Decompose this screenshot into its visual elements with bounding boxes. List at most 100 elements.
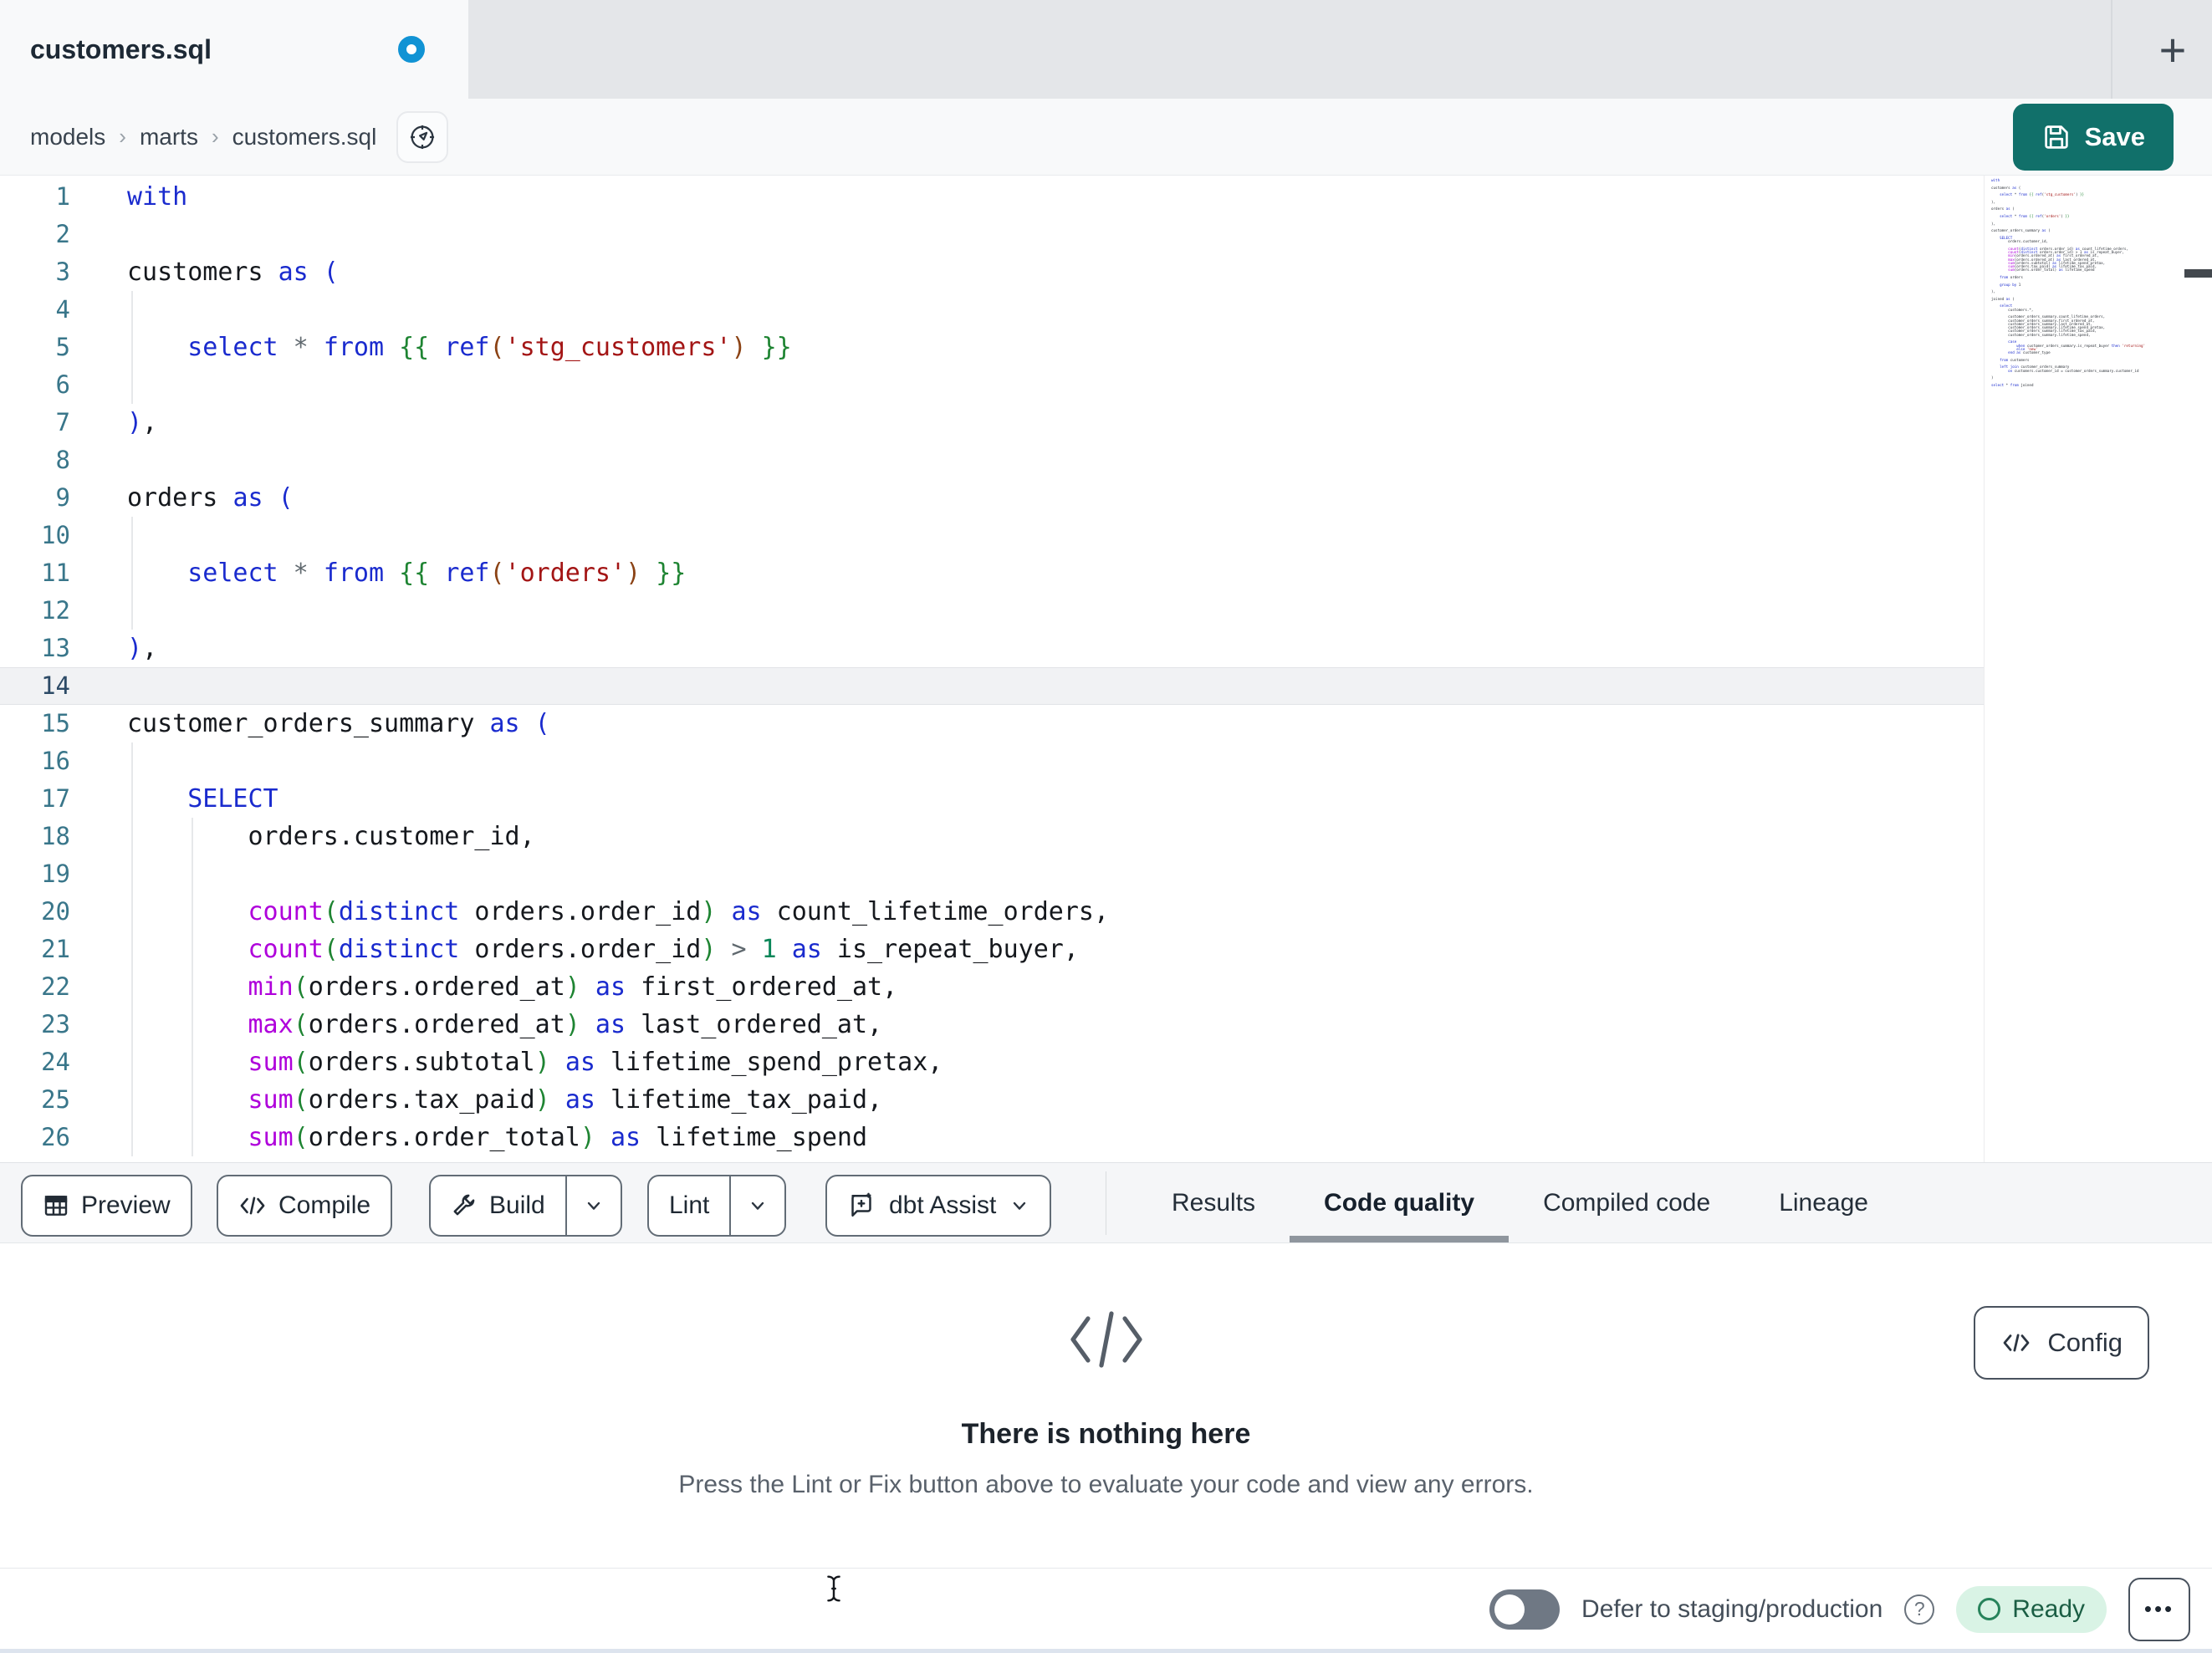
code-line-row[interactable]: 6 bbox=[0, 366, 1984, 404]
line-number: 26 bbox=[41, 1123, 70, 1151]
wrench-icon bbox=[451, 1192, 478, 1219]
build-dropdown-toggle[interactable] bbox=[564, 1176, 621, 1235]
code-quality-panel: Config There is nothing here Press the L… bbox=[0, 1243, 2212, 1568]
code-line-row[interactable]: 22 min(orders.ordered_at) as first_order… bbox=[0, 968, 1984, 1006]
code-line-text: count(distinct orders.order_id) > 1 as i… bbox=[248, 935, 1079, 964]
code-line-row[interactable]: 12 bbox=[0, 592, 1984, 630]
indent-guide bbox=[131, 855, 133, 893]
code-line-row[interactable]: 5 select * from {{ ref('stg_customers') … bbox=[0, 329, 1984, 366]
defer-toggle[interactable] bbox=[1489, 1589, 1561, 1630]
code-line-row[interactable]: 1 with bbox=[0, 178, 1984, 216]
save-floppy-icon bbox=[2041, 122, 2072, 152]
tab-strip-divider bbox=[2111, 0, 2112, 99]
code-line-row[interactable]: 20 count(distinct orders.order_id) as co… bbox=[0, 893, 1984, 931]
indent-guide bbox=[131, 366, 133, 404]
action-bar: Preview Compile Build Lint dbt Assist Re… bbox=[0, 1162, 2212, 1243]
code-line-text: ), bbox=[127, 634, 158, 663]
code-line-row[interactable]: 2 bbox=[0, 216, 1984, 253]
dbt-assist-label: dbt Assist bbox=[889, 1191, 997, 1219]
code-line-row[interactable]: 23 max(orders.ordered_at) as last_ordere… bbox=[0, 1006, 1984, 1043]
build-label: Build bbox=[489, 1191, 545, 1219]
ready-label: Ready bbox=[2012, 1594, 2085, 1623]
empty-state: There is nothing here Press the Lint or … bbox=[0, 1305, 2212, 1499]
tab-customers-sql[interactable]: customers.sql bbox=[0, 0, 468, 99]
indent-guide bbox=[131, 291, 133, 329]
code-line-row[interactable]: 18 orders.customer_id, bbox=[0, 818, 1984, 855]
line-number: 12 bbox=[41, 596, 70, 625]
line-number: 20 bbox=[41, 897, 70, 926]
line-number: 10 bbox=[41, 521, 70, 549]
code-line-text: orders as ( bbox=[127, 483, 294, 513]
panel-tab-code-quality[interactable]: Code quality bbox=[1290, 1163, 1510, 1242]
indent-guide bbox=[131, 517, 133, 554]
code-line-row[interactable]: 15 customer_orders_summary as ( bbox=[0, 705, 1984, 742]
i-beam-cursor bbox=[825, 1574, 843, 1603]
code-lines: 1 with 2 3 customers as (4 5 select * from {{… bbox=[0, 178, 1984, 1156]
tab-title: customers.sql bbox=[30, 33, 212, 64]
more-options-button[interactable]: ••• bbox=[2128, 1577, 2190, 1641]
code-line-row[interactable]: 21 count(distinct orders.order_id) > 1 a… bbox=[0, 931, 1984, 968]
code-line-text: orders.customer_id, bbox=[127, 822, 535, 851]
code-line-text: count(distinct orders.order_id) as count… bbox=[248, 897, 1110, 926]
line-number: 16 bbox=[41, 747, 70, 775]
code-line-text: sum(orders.order_total) as lifetime_spen… bbox=[248, 1123, 868, 1152]
panel-tab-lineage[interactable]: Lineage bbox=[1745, 1163, 1903, 1242]
code-line-row[interactable]: 17 SELECT bbox=[0, 780, 1984, 818]
code-line-text: min(orders.ordered_at) as first_ordered_… bbox=[248, 972, 898, 1002]
preview-label: Preview bbox=[81, 1191, 171, 1219]
dbt-assist-button[interactable]: dbt Assist bbox=[825, 1175, 1052, 1237]
indent-guide bbox=[131, 742, 133, 780]
code-line-row[interactable]: 24 sum(orders.subtotal) as lifetime_spen… bbox=[0, 1043, 1984, 1081]
preview-button[interactable]: Preview bbox=[21, 1175, 192, 1237]
code-line-row[interactable]: 26 sum(orders.order_total) as lifetime_s… bbox=[0, 1119, 1984, 1156]
ide-status-badge[interactable]: Ready bbox=[1956, 1585, 2107, 1633]
line-number: 23 bbox=[41, 1010, 70, 1038]
breadcrumb-item[interactable]: marts bbox=[140, 124, 198, 151]
code-line-text: customers as ( bbox=[127, 258, 339, 287]
code-line-row[interactable]: 4 bbox=[0, 291, 1984, 329]
help-icon[interactable]: ? bbox=[1904, 1594, 1935, 1625]
line-number: 5 bbox=[55, 333, 70, 361]
code-line-text: with bbox=[127, 182, 188, 212]
code-line-row[interactable]: 9 orders as ( bbox=[0, 479, 1984, 517]
panel-tab-compiled-code[interactable]: Compiled code bbox=[1509, 1163, 1745, 1242]
breadcrumb-item[interactable]: models bbox=[30, 124, 105, 151]
save-button[interactable]: Save bbox=[2012, 103, 2174, 171]
code-editor[interactable]: 1 with 2 3 customers as (4 5 select * from {{… bbox=[0, 176, 2212, 1162]
code-line-text: customer_orders_summary as ( bbox=[127, 709, 550, 738]
breadcrumb-separator: › bbox=[211, 124, 219, 149]
lint-dropdown-toggle[interactable] bbox=[729, 1176, 784, 1235]
build-button[interactable]: Build bbox=[429, 1175, 622, 1237]
code-line-row[interactable]: 8 bbox=[0, 441, 1984, 479]
breadcrumb-item[interactable]: customers.sql bbox=[232, 124, 377, 151]
code-line-row[interactable]: 25 sum(orders.tax_paid) as lifetime_tax_… bbox=[0, 1081, 1984, 1119]
empty-state-subtitle: Press the Lint or Fix button above to ev… bbox=[678, 1471, 1534, 1498]
code-line-row[interactable]: 3 customers as ( bbox=[0, 253, 1984, 291]
navigate-to-node-button[interactable] bbox=[396, 110, 449, 163]
code-line-text: sum(orders.tax_paid) as lifetime_tax_pai… bbox=[248, 1085, 883, 1115]
lint-button[interactable]: Lint bbox=[647, 1175, 787, 1237]
lint-label: Lint bbox=[669, 1191, 710, 1219]
code-line-row[interactable]: 14 bbox=[0, 667, 1984, 705]
chevron-down-icon bbox=[584, 1196, 604, 1216]
panel-tab-results[interactable]: Results bbox=[1137, 1163, 1290, 1242]
code-brackets-icon bbox=[238, 1193, 267, 1218]
code-line-row[interactable]: 11 select * from {{ ref('orders') }} bbox=[0, 554, 1984, 592]
new-tab-button[interactable]: + bbox=[2134, 0, 2211, 99]
code-line-row[interactable]: 13), bbox=[0, 630, 1984, 667]
compile-button[interactable]: Compile bbox=[217, 1175, 393, 1237]
line-number: 4 bbox=[55, 295, 70, 324]
line-number: 22 bbox=[41, 972, 70, 1001]
line-number: 14 bbox=[41, 671, 70, 700]
ready-circle-icon bbox=[1978, 1598, 2001, 1620]
code-line-row[interactable]: 16 bbox=[0, 742, 1984, 780]
chevron-down-icon bbox=[748, 1196, 768, 1216]
defer-label: Defer to staging/production bbox=[1581, 1594, 1883, 1623]
breadcrumb: models › marts › customers.sql bbox=[30, 124, 376, 151]
code-line-row[interactable]: 7), bbox=[0, 404, 1984, 441]
editor-scrollbar-thumb[interactable] bbox=[2184, 269, 2212, 278]
line-number: 13 bbox=[41, 634, 70, 662]
code-line-row[interactable]: 10 bbox=[0, 517, 1984, 554]
minimap[interactable]: with customers as ( select * from {{ ref… bbox=[1984, 176, 2183, 1162]
code-line-row[interactable]: 19 bbox=[0, 855, 1984, 893]
